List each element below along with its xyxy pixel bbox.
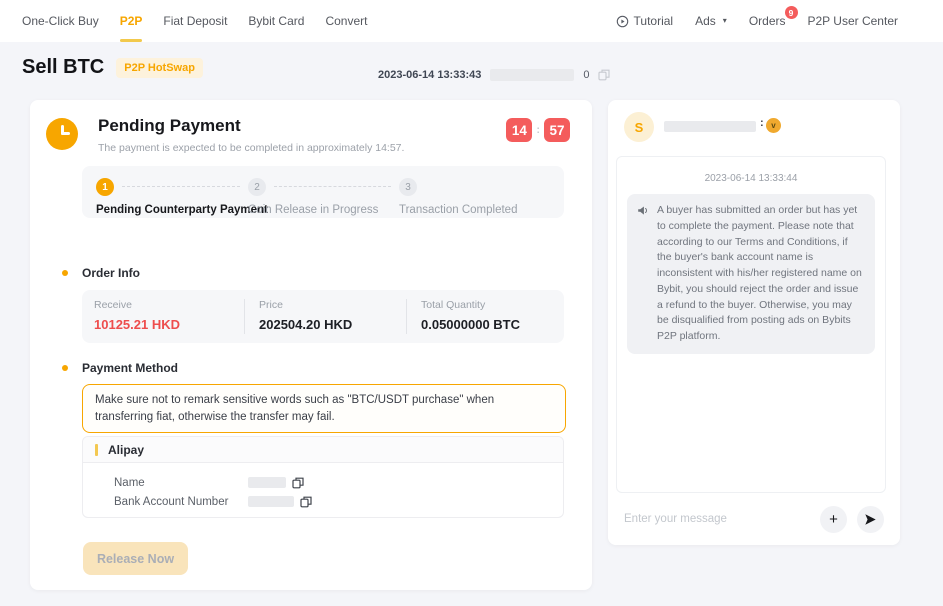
price-value: 202504.20 HKD (259, 317, 406, 332)
chat-message-input[interactable] (624, 513, 810, 525)
copy-account-icon[interactable] (300, 496, 312, 508)
step-2-circle: 2 (248, 178, 266, 196)
redacted-order-number (490, 69, 574, 81)
top-navigation: One-Click Buy P2P Fiat Deposit Bybit Car… (0, 0, 943, 42)
order-info-field: Price 202504.20 HKD (244, 299, 406, 334)
redacted-account-value (248, 496, 294, 507)
order-meta: 2023-06-14 13:33:43 0 (378, 69, 610, 81)
field-label: Total Quantity (421, 299, 564, 311)
order-info-field: Total Quantity 0.05000000 BTC (406, 299, 564, 334)
message-timestamp: 2023-06-14 13:33:44 (617, 173, 885, 184)
orders-count-badge: 9 (785, 6, 798, 19)
name-suffix: : (760, 117, 764, 129)
payment-method-box: Alipay Name Bank Account Number (82, 436, 564, 518)
tutorial-link[interactable]: Tutorial (616, 0, 674, 42)
timer-seconds: 57 (544, 118, 570, 142)
payment-detail-row: Name (114, 473, 563, 492)
chat-panel: S : v 2023-06-14 13:33:44 A buyer has su… (608, 100, 900, 545)
ads-label: Ads (695, 0, 716, 42)
payment-method-header: Alipay (83, 437, 563, 463)
name-label: Name (114, 477, 248, 489)
step-2-label: Coin Release in Progress (248, 204, 378, 216)
step-3-circle: 3 (399, 178, 417, 196)
verified-badge-icon: v (766, 118, 781, 133)
attach-button[interactable]: + (820, 506, 847, 533)
nav-convert[interactable]: Convert (325, 0, 367, 42)
section-bullet-icon (62, 270, 68, 276)
countdown-timer: 14 : 57 (506, 118, 570, 142)
status-title: Pending Payment (98, 116, 570, 136)
order-info-title: Order Info (82, 266, 140, 280)
chevron-down-icon: ▾ (723, 0, 727, 42)
orders-label: Orders (749, 0, 786, 42)
ads-dropdown[interactable]: Ads ▾ (695, 0, 727, 42)
orders-link[interactable]: Orders 9 (749, 0, 786, 42)
system-message-bubble: A buyer has submitted an order but has y… (627, 194, 875, 354)
timer-colon: : (536, 124, 540, 136)
timer-minutes: 14 (506, 118, 532, 142)
payment-method-section-title: Payment Method (62, 361, 178, 375)
p2p-user-center-link[interactable]: P2P User Center (808, 0, 899, 42)
status-subtitle: The payment is expected to be completed … (98, 142, 570, 154)
chat-header: S : v (624, 112, 886, 144)
redacted-counterparty-name (664, 121, 756, 132)
step-connector (122, 186, 240, 187)
step-3-label: Transaction Completed (399, 204, 517, 216)
order-number-last-digit: 0 (583, 69, 589, 81)
payment-method-title: Payment Method (82, 361, 178, 375)
field-label: Receive (94, 299, 244, 311)
transfer-warning: Make sure not to remark sensitive words … (82, 384, 566, 433)
system-message-text: A buyer has submitted an order but has y… (657, 203, 865, 345)
chat-messages-area[interactable]: 2023-06-14 13:33:44 A buyer has submitte… (616, 156, 886, 493)
chat-input-row: + (608, 493, 900, 545)
send-button[interactable] (857, 506, 884, 533)
order-info-section-title: Order Info (62, 266, 140, 280)
order-info-panel: Receive 10125.21 HKD Price 202504.20 HKD… (82, 290, 564, 343)
page-header: Sell BTC P2P HotSwap (22, 56, 203, 79)
clock-icon (46, 118, 78, 150)
page-title: Sell BTC (22, 56, 104, 79)
send-icon (864, 513, 877, 526)
step-1-circle: 1 (96, 178, 114, 196)
receive-amount: 10125.21 HKD (94, 317, 244, 332)
copy-order-number-icon[interactable] (598, 69, 610, 81)
order-created-timestamp: 2023-06-14 13:33:43 (378, 69, 481, 81)
announcement-icon (637, 204, 650, 217)
total-quantity-value: 0.05000000 BTC (421, 317, 564, 332)
copy-name-icon[interactable] (292, 477, 304, 489)
bank-account-label: Bank Account Number (114, 496, 248, 508)
payment-detail-row: Bank Account Number (114, 492, 563, 511)
plus-icon: + (829, 511, 838, 528)
field-label: Price (259, 299, 406, 311)
p2p-hotswap-badge: P2P HotSwap (116, 58, 203, 78)
order-detail-card: Pending Payment The payment is expected … (30, 100, 592, 590)
nav-right-group: Tutorial Ads ▾ Orders 9 P2P User Center (616, 0, 898, 42)
transfer-warning-text: Make sure not to remark sensitive words … (95, 392, 553, 425)
tutorial-label: Tutorial (634, 0, 674, 42)
nav-left-group: One-Click Buy P2P Fiat Deposit Bybit Car… (22, 0, 367, 42)
nav-one-click-buy[interactable]: One-Click Buy (22, 0, 99, 42)
redacted-name-value (248, 477, 286, 488)
order-info-field: Receive 10125.21 HKD (82, 299, 244, 334)
tutorial-play-icon (616, 15, 629, 28)
release-now-button[interactable]: Release Now (83, 542, 188, 575)
status-header: Pending Payment The payment is expected … (46, 116, 570, 154)
progress-steps: 1 2 3 Pending Counterparty Payment Coin … (82, 166, 564, 218)
step-1-label: Pending Counterparty Payment (96, 204, 268, 216)
counterparty-avatar[interactable]: S (624, 112, 654, 142)
accent-bar (95, 444, 98, 456)
step-connector (274, 186, 391, 187)
nav-p2p[interactable]: P2P (120, 0, 143, 42)
nav-bybit-card[interactable]: Bybit Card (248, 0, 304, 42)
payment-method-name: Alipay (108, 443, 144, 457)
nav-fiat-deposit[interactable]: Fiat Deposit (163, 0, 227, 42)
section-bullet-icon (62, 365, 68, 371)
